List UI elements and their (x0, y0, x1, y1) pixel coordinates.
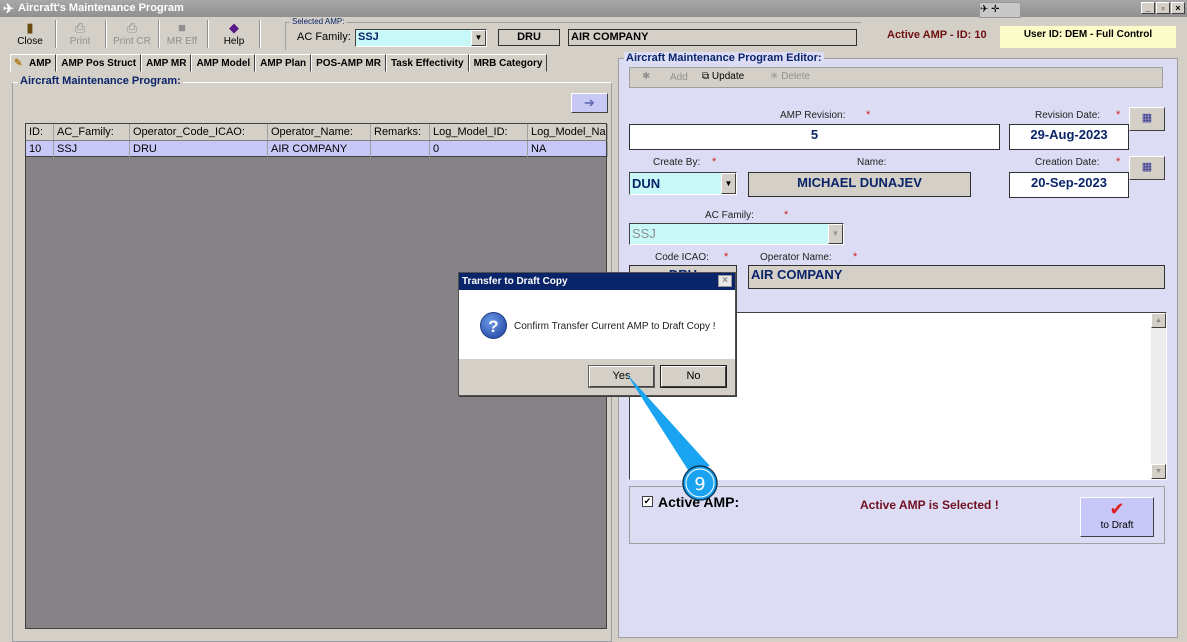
callout-number: 9 (694, 474, 705, 495)
step-callout: 9 (626, 373, 718, 501)
callout-pointer (626, 373, 710, 470)
